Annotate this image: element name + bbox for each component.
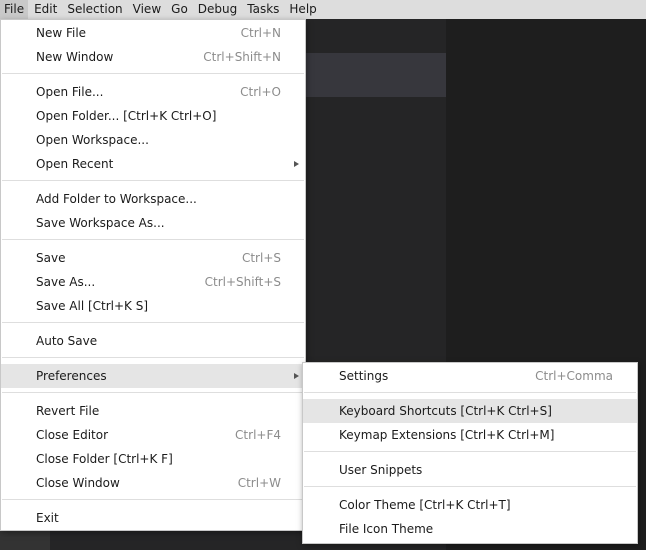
menu-item-new-file[interactable]: New File Ctrl+N bbox=[1, 21, 305, 45]
menu-item-file-icon-theme[interactable]: File Icon Theme bbox=[303, 517, 637, 541]
menu-item-preferences[interactable]: Preferences bbox=[1, 364, 305, 388]
menu-item-shortcut: Ctrl+W bbox=[237, 476, 281, 490]
menu-item-label: Save bbox=[36, 251, 66, 265]
menu-item-add-folder-to-workspace[interactable]: Add Folder to Workspace... bbox=[1, 187, 305, 211]
menu-view[interactable]: View bbox=[129, 0, 165, 19]
menu-item-user-snippets[interactable]: User Snippets bbox=[303, 458, 637, 482]
menu-item-label: Close Folder [Ctrl+K F] bbox=[36, 452, 173, 466]
menu-item-label: New Window bbox=[36, 50, 114, 64]
menu-item-label: Open File... bbox=[36, 85, 104, 99]
menu-item-color-theme[interactable]: Color Theme [Ctrl+K Ctrl+T] bbox=[303, 493, 637, 517]
menu-item-label: Exit bbox=[36, 511, 59, 525]
menu-item-save-all[interactable]: Save All [Ctrl+K S] bbox=[1, 294, 305, 318]
menu-item-label: Open Workspace... bbox=[36, 133, 149, 147]
menu-item-label: Close Window bbox=[36, 476, 120, 490]
menu-item-open-workspace[interactable]: Open Workspace... bbox=[1, 128, 305, 152]
menu-separator bbox=[304, 451, 636, 452]
menu-item-label: Save Workspace As... bbox=[36, 216, 165, 230]
menu-item-shortcut: Ctrl+F4 bbox=[235, 428, 281, 442]
submenu-arrow-icon bbox=[294, 161, 299, 167]
menu-separator bbox=[2, 73, 304, 74]
menu-item-label: User Snippets bbox=[339, 463, 423, 477]
menu-item-label: File Icon Theme bbox=[339, 522, 434, 536]
menu-item-open-folder[interactable]: Open Folder... [Ctrl+K Ctrl+O] bbox=[1, 104, 305, 128]
menu-item-new-window[interactable]: New Window Ctrl+Shift+N bbox=[1, 45, 305, 69]
menu-item-label: Color Theme [Ctrl+K Ctrl+T] bbox=[339, 498, 511, 512]
menu-item-settings[interactable]: Settings Ctrl+Comma bbox=[303, 364, 637, 388]
menu-item-label: Open Folder... [Ctrl+K Ctrl+O] bbox=[36, 109, 217, 123]
menu-item-save-workspace-as[interactable]: Save Workspace As... bbox=[1, 211, 305, 235]
menu-separator bbox=[2, 180, 304, 181]
menu-item-label: Settings bbox=[339, 369, 389, 383]
menu-debug[interactable]: Debug bbox=[194, 0, 241, 19]
menu-item-revert-file[interactable]: Revert File bbox=[1, 399, 305, 423]
menu-item-close-folder[interactable]: Close Folder [Ctrl+K F] bbox=[1, 447, 305, 471]
menu-item-label: Preferences bbox=[36, 369, 107, 383]
menubar: File Edit Selection View Go Debug Tasks … bbox=[0, 0, 646, 19]
menu-item-label: Close Editor bbox=[36, 428, 109, 442]
menu-item-shortcut: Ctrl+N bbox=[240, 26, 281, 40]
menu-separator bbox=[304, 486, 636, 487]
menu-item-label: Save All [Ctrl+K S] bbox=[36, 299, 149, 313]
menu-item-close-editor[interactable]: Close Editor Ctrl+F4 bbox=[1, 423, 305, 447]
menu-item-auto-save[interactable]: Auto Save bbox=[1, 329, 305, 353]
menu-item-shortcut: Ctrl+O bbox=[240, 85, 281, 99]
menu-item-shortcut: Ctrl+Shift+S bbox=[204, 275, 281, 289]
menu-item-label: Keymap Extensions [Ctrl+K Ctrl+M] bbox=[339, 428, 555, 442]
menu-item-label: Save As... bbox=[36, 275, 96, 289]
menu-item-close-window[interactable]: Close Window Ctrl+W bbox=[1, 471, 305, 495]
menu-separator bbox=[2, 392, 304, 393]
menu-item-exit[interactable]: Exit bbox=[1, 506, 305, 530]
menu-selection[interactable]: Selection bbox=[63, 0, 126, 19]
menu-item-label: Revert File bbox=[36, 404, 100, 418]
menu-item-keyboard-shortcuts[interactable]: Keyboard Shortcuts [Ctrl+K Ctrl+S] bbox=[303, 399, 637, 423]
menu-item-open-file[interactable]: Open File... Ctrl+O bbox=[1, 80, 305, 104]
menu-tasks[interactable]: Tasks bbox=[243, 0, 283, 19]
menu-separator bbox=[304, 392, 636, 393]
menu-item-open-recent[interactable]: Open Recent bbox=[1, 152, 305, 176]
menu-separator bbox=[2, 357, 304, 358]
menu-file[interactable]: File bbox=[0, 0, 29, 19]
menu-help[interactable]: Help bbox=[285, 0, 320, 19]
menu-separator bbox=[2, 499, 304, 500]
menu-item-label: Add Folder to Workspace... bbox=[36, 192, 197, 206]
menu-item-save[interactable]: Save Ctrl+S bbox=[1, 246, 305, 270]
menu-edit[interactable]: Edit bbox=[30, 0, 61, 19]
menu-separator bbox=[2, 322, 304, 323]
menu-item-label: Auto Save bbox=[36, 334, 98, 348]
menu-item-save-as[interactable]: Save As... Ctrl+Shift+S bbox=[1, 270, 305, 294]
menu-item-label: Keyboard Shortcuts [Ctrl+K Ctrl+S] bbox=[339, 404, 552, 418]
menu-item-keymap-extensions[interactable]: Keymap Extensions [Ctrl+K Ctrl+M] bbox=[303, 423, 637, 447]
menu-item-shortcut: Ctrl+Shift+N bbox=[203, 50, 281, 64]
selected-row-band bbox=[300, 53, 446, 97]
menu-item-label: New File bbox=[36, 26, 87, 40]
menu-item-shortcut: Ctrl+Comma bbox=[535, 369, 613, 383]
menu-item-shortcut: Ctrl+S bbox=[241, 251, 281, 265]
submenu-arrow-icon bbox=[294, 373, 299, 379]
menu-separator bbox=[2, 239, 304, 240]
menu-go[interactable]: Go bbox=[167, 0, 192, 19]
file-menu: New File Ctrl+N New Window Ctrl+Shift+N … bbox=[0, 19, 306, 531]
menu-item-label: Open Recent bbox=[36, 157, 114, 171]
preferences-submenu: Settings Ctrl+Comma Keyboard Shortcuts [… bbox=[302, 362, 638, 544]
